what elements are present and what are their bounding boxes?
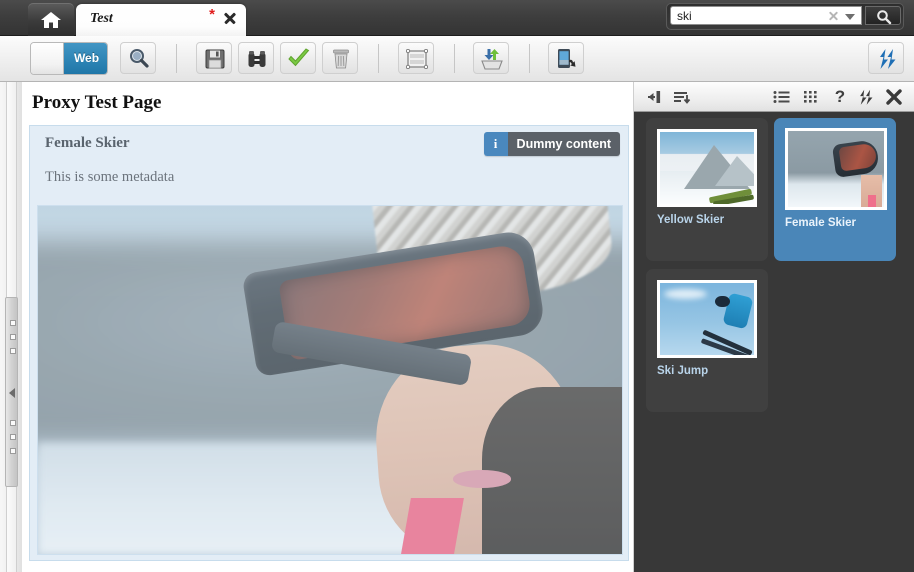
- layout-button[interactable]: [398, 42, 434, 74]
- asset-label: Yellow Skier: [657, 214, 725, 226]
- ski-jump-photo: [660, 283, 754, 355]
- collapse-to-left-icon[interactable]: [644, 87, 664, 107]
- asset-panel: ? Yellow Skier Female Skier Ski Jump: [634, 82, 914, 572]
- tab-test[interactable]: Test *: [76, 4, 246, 36]
- sort-descending-icon[interactable]: [672, 87, 692, 107]
- collapse-left-icon[interactable]: [8, 388, 15, 398]
- photo-cloud: [663, 288, 707, 299]
- asset-card-female-skier[interactable]: Female Skier: [774, 118, 896, 261]
- layout-frame-icon: [405, 48, 429, 70]
- sync-arrows-glyph: [860, 89, 873, 105]
- close-icon[interactable]: [884, 87, 904, 107]
- import-export-icon: [481, 49, 503, 70]
- search-clear-icon[interactable]: [828, 10, 839, 21]
- photo-overlay: [38, 206, 622, 554]
- grip-dot: [10, 420, 16, 426]
- search-submit-button[interactable]: [865, 6, 901, 25]
- list-view-glyph: [773, 91, 790, 103]
- info-icon: i: [483, 132, 508, 156]
- web-toggle-label: Web: [64, 43, 107, 74]
- delete-button[interactable]: [322, 42, 358, 74]
- card-image[interactable]: [37, 205, 623, 555]
- asset-card-ski-jump[interactable]: Ski Jump: [646, 269, 768, 412]
- trash-can-icon: [333, 49, 349, 69]
- search-icon: [877, 10, 892, 25]
- mountain-photo: [660, 132, 754, 204]
- binoculars-icon: [248, 51, 266, 67]
- grip-dot: [10, 348, 16, 354]
- mobile-device-icon: [558, 49, 576, 68]
- search-field-wrapper: [670, 6, 862, 25]
- content-card: Female Skier i Dummy content This is som…: [29, 125, 629, 561]
- photo-peak-secondary: [714, 156, 754, 187]
- card-title: Female Skier: [45, 135, 130, 151]
- grid-view-icon[interactable]: [801, 87, 821, 107]
- title-bar: Test *: [0, 0, 914, 36]
- splitter-grip[interactable]: [5, 297, 18, 487]
- application-window: Test * Web: [0, 0, 914, 572]
- asset-grid: Yellow Skier Female Skier Ski Jump: [634, 112, 914, 572]
- tab-dirty-marker: *: [209, 6, 215, 23]
- help-icon[interactable]: ?: [830, 87, 850, 107]
- toolbar-separator: [378, 44, 379, 73]
- sync-arrows-icon: [880, 49, 896, 69]
- search-bar: [666, 3, 904, 30]
- goggle-photo: [788, 131, 884, 207]
- toolbar-separator: [454, 44, 455, 73]
- asset-thumbnail: [657, 280, 757, 358]
- content-pane: Proxy Test Page Female Skier i Dummy con…: [22, 82, 634, 572]
- asset-label: Ski Jump: [657, 365, 709, 377]
- toggle-knob: [31, 43, 64, 74]
- status-badge[interactable]: i Dummy content: [483, 132, 620, 156]
- save-button[interactable]: [196, 42, 232, 74]
- green-check-icon: [288, 48, 310, 67]
- asset-card-yellow-skier[interactable]: Yellow Skier: [646, 118, 768, 261]
- photo-skier-head: [715, 295, 730, 308]
- main-toolbar: Web: [0, 36, 914, 82]
- grip-dot: [10, 448, 16, 454]
- search-input[interactable]: [671, 8, 827, 25]
- grid-view-glyph: [804, 91, 817, 103]
- collapse-to-left-glyph: [648, 91, 661, 103]
- publish-button[interactable]: [473, 42, 509, 74]
- grip-dot: [10, 434, 16, 440]
- skier-photo: [38, 206, 622, 554]
- magnifier-icon: [130, 49, 149, 68]
- card-metadata: This is some metadata: [45, 169, 175, 185]
- sort-descending-glyph: [674, 92, 691, 104]
- left-splitter[interactable]: [0, 82, 22, 572]
- device-preview-button[interactable]: [548, 42, 584, 74]
- asset-label: Female Skier: [785, 217, 856, 229]
- grip-dot: [10, 334, 16, 340]
- web-mode-toggle[interactable]: Web: [30, 42, 108, 75]
- grip-dot: [10, 320, 16, 326]
- preview-button[interactable]: [120, 42, 156, 74]
- tab-label: Test: [90, 11, 113, 26]
- home-button[interactable]: [28, 3, 74, 36]
- asset-thumbnail: [657, 129, 757, 207]
- asset-thumbnail: [785, 128, 887, 210]
- floppy-disk-icon: [205, 49, 225, 69]
- card-header: Female Skier i Dummy content: [30, 126, 628, 164]
- refresh-button[interactable]: [868, 42, 904, 74]
- asset-panel-toolbar: ?: [634, 82, 914, 112]
- sync-arrows-icon[interactable]: [856, 87, 876, 107]
- photo-pink-collar: [867, 194, 877, 207]
- home-icon: [41, 12, 61, 28]
- approve-button[interactable]: [280, 42, 316, 74]
- page-title: Proxy Test Page: [32, 92, 162, 113]
- badge-label: Dummy content: [507, 132, 620, 156]
- toolbar-separator: [176, 44, 177, 73]
- toolbar-separator: [529, 44, 530, 73]
- close-glyph: [886, 89, 902, 105]
- list-view-icon[interactable]: [772, 87, 792, 107]
- compare-button[interactable]: [238, 42, 274, 74]
- tab-close-icon[interactable]: [223, 11, 237, 25]
- chevron-down-icon[interactable]: [845, 14, 855, 20]
